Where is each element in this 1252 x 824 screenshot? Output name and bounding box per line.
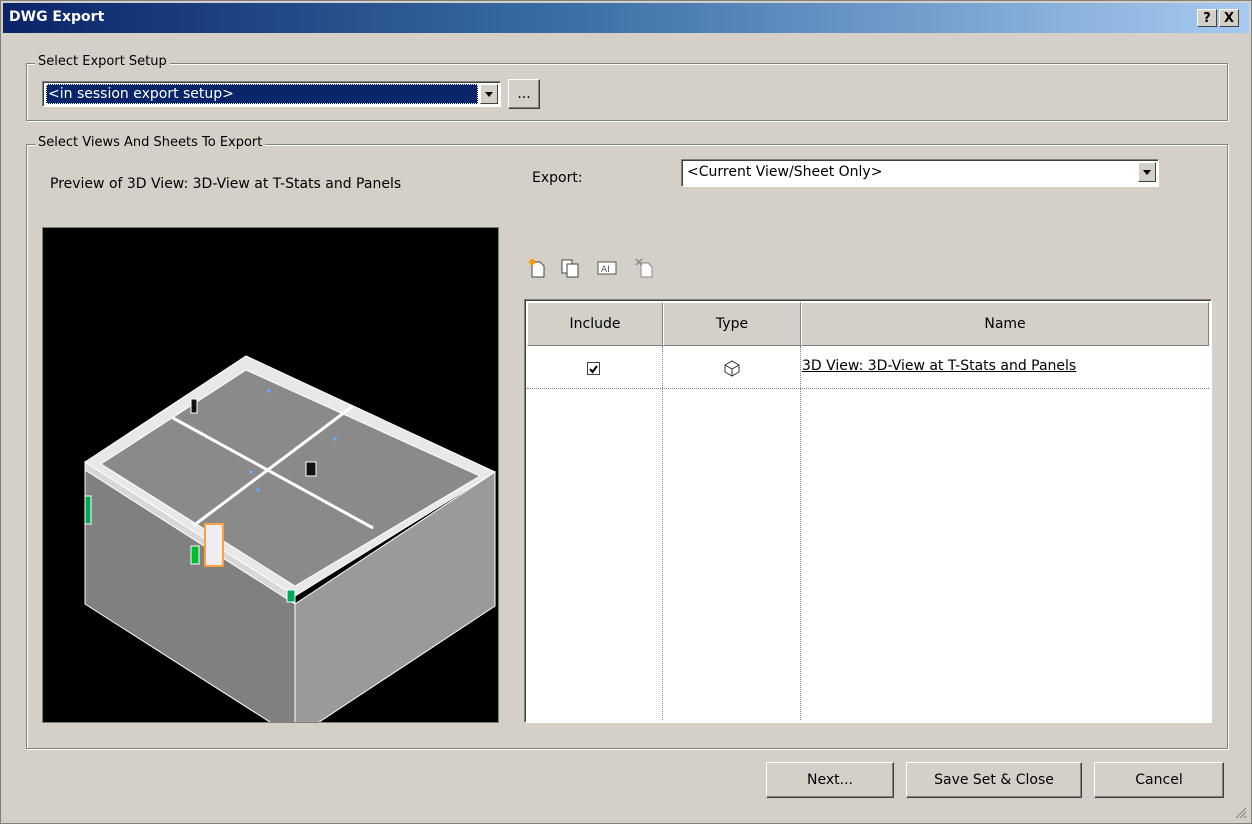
export-scope-combo[interactable]: <Current View/Sheet Only> [681, 159, 1159, 187]
export-label: Export: [532, 170, 583, 186]
window-title: DWG Export [9, 9, 105, 25]
close-button[interactable]: X [1219, 9, 1239, 27]
views-legend: Select Views And Sheets To Export [35, 135, 266, 150]
chevron-down-icon[interactable] [1138, 162, 1156, 182]
export-setup-combo[interactable]: <in session export setup> [42, 81, 501, 107]
duplicate-set-icon[interactable] [559, 257, 581, 279]
next-button[interactable]: Next... [766, 762, 894, 798]
col-header-name[interactable]: Name [801, 302, 1209, 346]
include-checkbox[interactable] [587, 362, 600, 375]
modify-setup-button[interactable]: ... [508, 79, 540, 109]
3d-view-icon [723, 359, 741, 377]
building-3d-preview [84, 355, 497, 739]
delete-set-icon[interactable] [634, 257, 656, 279]
export-scope-value: <Current View/Sheet Only> [687, 164, 883, 180]
title-bar[interactable]: DWG Export ? X [3, 3, 1249, 33]
col-header-type[interactable]: Type [663, 302, 801, 346]
cancel-button[interactable]: Cancel [1094, 762, 1224, 798]
view-preview [42, 227, 499, 739]
column-divider [800, 346, 801, 720]
preview-label: Preview of 3D View: 3D-View at T-Stats a… [50, 176, 402, 192]
svg-text:AI: AI [601, 265, 610, 275]
new-set-icon[interactable] [526, 257, 548, 279]
help-button[interactable]: ? [1197, 9, 1217, 27]
table-row[interactable]: 3D View: 3D-View at T-Stats and Panels [527, 347, 1209, 387]
save-close-button[interactable]: Save Set & Close [906, 762, 1082, 798]
chevron-down-icon[interactable] [480, 84, 498, 104]
column-divider [662, 346, 663, 720]
row-divider [527, 388, 1209, 389]
col-header-include[interactable]: Include [527, 302, 663, 346]
views-table: Include Type Name 3D View: 3D-View at T-… [524, 299, 1212, 723]
dwg-export-dialog: DWG Export ? X Select Export Setup <in s… [0, 0, 1252, 824]
export-setup-value: <in session export setup> [46, 84, 478, 104]
rename-set-icon[interactable]: AI [596, 257, 618, 279]
resize-grip-icon[interactable] [1235, 807, 1247, 819]
view-name-link[interactable]: 3D View: 3D-View at T-Stats and Panels [802, 358, 1076, 374]
export-setup-legend: Select Export Setup [35, 54, 170, 69]
